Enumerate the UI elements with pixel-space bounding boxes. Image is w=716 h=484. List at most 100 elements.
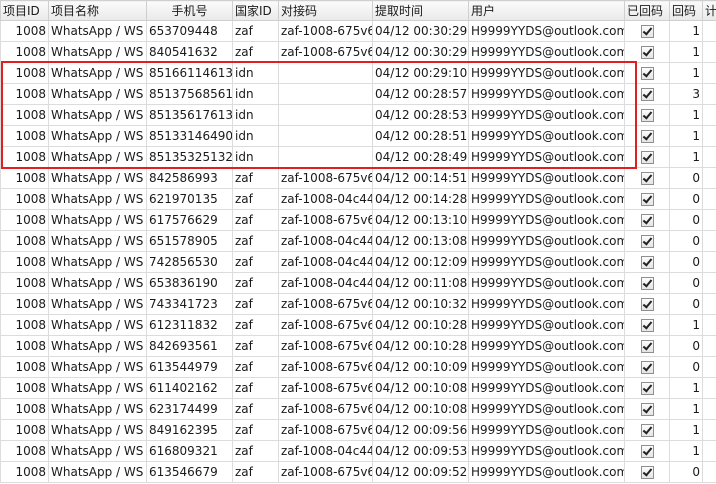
cell-fetch-time: 04/12 00:10:32 (372, 293, 469, 315)
header-row: 项目ID 项目名称 手机号 国家ID 对接码 提取时间 用户 已回码 回码 计 (0, 0, 716, 21)
cell-project-name: WhatsApp / WS (48, 62, 147, 84)
table-row[interactable]: 1008 WhatsApp / WS 621970135 zaf zaf-1008-04… (0, 188, 716, 210)
returned-checkbox[interactable] (640, 235, 654, 248)
returned-checkbox[interactable] (640, 25, 654, 38)
table-row[interactable]: 1008 WhatsApp / WS 842586993 zaf zaf-1008-67… (0, 167, 716, 189)
cell-return-count: 1 (669, 20, 703, 42)
cell-return-count: 1 (669, 62, 703, 84)
cell-user: H9999YYDS@outlook.com (468, 461, 625, 483)
table-row[interactable]: 1008 WhatsApp / WS 742856530 zaf zaf-1008-04… (0, 251, 716, 273)
cell-phone: 743341723 (146, 293, 233, 315)
cell-return-count: 1 (669, 440, 703, 462)
returned-checkbox[interactable] (640, 361, 654, 374)
cell-extra (702, 209, 716, 231)
cell-returned (624, 230, 670, 252)
table-row[interactable]: 1008 WhatsApp / WS 651578905 zaf zaf-1008-04… (0, 230, 716, 252)
table-row[interactable]: 1008 WhatsApp / WS 85135325132 idn 04/12 00:… (0, 146, 716, 168)
table-row[interactable]: 1008 WhatsApp / WS 616809321 zaf zaf-1008-04… (0, 440, 716, 462)
cell-phone: 613544979 (146, 356, 233, 378)
table-row[interactable]: 1008 WhatsApp / WS 613546679 zaf zaf-1008-67… (0, 461, 716, 483)
returned-checkbox[interactable] (640, 88, 654, 101)
table-row[interactable]: 1008 WhatsApp / WS 85133146490 idn 04/12 00:… (0, 125, 716, 147)
returned-checkbox[interactable] (640, 277, 654, 290)
table-row[interactable]: 1008 WhatsApp / WS 623174499 zaf zaf-1008-67… (0, 398, 716, 420)
cell-user: H9999YYDS@outlook.com (468, 356, 625, 378)
table-row[interactable]: 1008 WhatsApp / WS 743341723 zaf zaf-1008-67… (0, 293, 716, 315)
table-row[interactable]: 1008 WhatsApp / WS 849162395 zaf zaf-1008-67… (0, 419, 716, 441)
cell-extra (702, 251, 716, 273)
returned-checkbox[interactable] (640, 130, 654, 143)
returned-checkbox[interactable] (640, 319, 654, 332)
header-phone[interactable]: 手机号 (146, 0, 233, 21)
header-country-id[interactable]: 国家ID (232, 0, 279, 21)
cell-project-id: 1008 (0, 104, 49, 126)
returned-checkbox[interactable] (640, 403, 654, 416)
cell-code: zaf-1008-675v6 (278, 335, 373, 357)
table-row[interactable]: 1008 WhatsApp / WS 842693561 zaf zaf-1008-67… (0, 335, 716, 357)
cell-project-id: 1008 (0, 314, 49, 336)
header-fetch-time[interactable]: 提取时间 (372, 0, 469, 21)
table-row[interactable]: 1008 WhatsApp / WS 612311832 zaf zaf-1008-67… (0, 314, 716, 336)
returned-checkbox[interactable] (640, 172, 654, 185)
returned-checkbox[interactable] (640, 46, 654, 59)
returned-checkbox[interactable] (640, 466, 654, 479)
returned-checkbox[interactable] (640, 109, 654, 122)
returned-checkbox[interactable] (640, 67, 654, 80)
cell-project-name: WhatsApp / WS (48, 461, 147, 483)
cell-country-id: idn (232, 125, 279, 147)
table-row[interactable]: 1008 WhatsApp / WS 85137568561 idn 04/12 00:… (0, 83, 716, 105)
returned-checkbox[interactable] (640, 445, 654, 458)
returned-checkbox[interactable] (640, 340, 654, 353)
table-row[interactable]: 1008 WhatsApp / WS 653836190 zaf zaf-1008-04… (0, 272, 716, 294)
cell-country-id: zaf (232, 335, 279, 357)
header-user[interactable]: 用户 (468, 0, 625, 21)
returned-checkbox[interactable] (640, 424, 654, 437)
cell-code (278, 62, 373, 84)
returned-checkbox[interactable] (640, 382, 654, 395)
cell-project-name: WhatsApp / WS (48, 20, 147, 42)
returned-checkbox[interactable] (640, 151, 654, 164)
table-row[interactable]: 1008 WhatsApp / WS 85135617613 idn 04/12 00:… (0, 104, 716, 126)
header-project-id[interactable]: 项目ID (0, 0, 49, 21)
cell-country-id: zaf (232, 272, 279, 294)
cell-fetch-time: 04/12 00:30:29 (372, 20, 469, 42)
table-row[interactable]: 1008 WhatsApp / WS 840541632 zaf zaf-1008-67… (0, 41, 716, 63)
cell-return-count: 0 (669, 209, 703, 231)
cell-phone: 613546679 (146, 461, 233, 483)
header-extra[interactable]: 计 (702, 0, 716, 21)
cell-fetch-time: 04/12 00:09:52 (372, 461, 469, 483)
cell-project-id: 1008 (0, 188, 49, 210)
cell-returned (624, 377, 670, 399)
cell-return-count: 1 (669, 125, 703, 147)
table-row[interactable]: 1008 WhatsApp / WS 613544979 zaf zaf-1008-67… (0, 356, 716, 378)
header-code[interactable]: 对接码 (278, 0, 373, 21)
cell-code: zaf-1008-04c44 (278, 188, 373, 210)
header-return-count[interactable]: 回码 (669, 0, 703, 21)
cell-project-name: WhatsApp / WS (48, 230, 147, 252)
header-returned[interactable]: 已回码 (624, 0, 670, 21)
cell-user: H9999YYDS@outlook.com (468, 209, 625, 231)
cell-fetch-time: 04/12 00:10:08 (372, 377, 469, 399)
cell-extra (702, 440, 716, 462)
cell-return-count: 1 (669, 377, 703, 399)
cell-project-name: WhatsApp / WS (48, 356, 147, 378)
table-row[interactable]: 1008 WhatsApp / WS 617576629 zaf zaf-1008-67… (0, 209, 716, 231)
cell-returned (624, 335, 670, 357)
cell-user: H9999YYDS@outlook.com (468, 314, 625, 336)
header-project-name[interactable]: 项目名称 (48, 0, 147, 21)
table-row[interactable]: 1008 WhatsApp / WS 611402162 zaf zaf-1008-67… (0, 377, 716, 399)
returned-checkbox[interactable] (640, 298, 654, 311)
cell-extra (702, 125, 716, 147)
returned-checkbox[interactable] (640, 193, 654, 206)
cell-project-name: WhatsApp / WS (48, 104, 147, 126)
cell-country-id: zaf (232, 314, 279, 336)
cell-country-id: zaf (232, 230, 279, 252)
cell-country-id: zaf (232, 251, 279, 273)
cell-returned (624, 125, 670, 147)
returned-checkbox[interactable] (640, 214, 654, 227)
table-row[interactable]: 1008 WhatsApp / WS 653709448 zaf zaf-1008-67… (0, 20, 716, 42)
table-row[interactable]: 1008 WhatsApp / WS 85166114613 idn 04/12 00:… (0, 62, 716, 84)
cell-project-id: 1008 (0, 398, 49, 420)
cell-return-count: 1 (669, 104, 703, 126)
returned-checkbox[interactable] (640, 256, 654, 269)
